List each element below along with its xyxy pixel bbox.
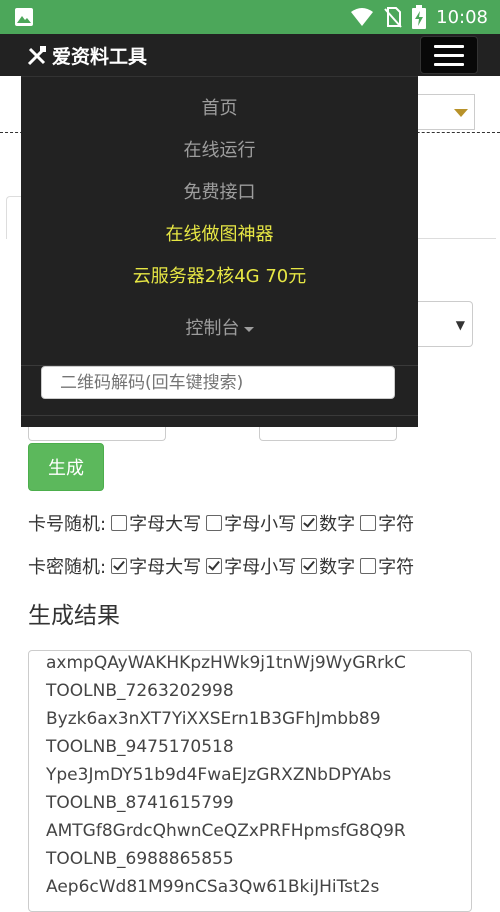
- menu-item-console[interactable]: 控制台: [21, 314, 418, 340]
- checkbox[interactable]: [111, 515, 128, 531]
- tab[interactable]: [6, 196, 22, 239]
- nav-dropdown-menu: 首页 在线运行 免费接口 在线做图神器 云服务器2核4G 70元 控制台: [21, 76, 418, 427]
- status-bar: 10:08: [0, 0, 500, 34]
- checkbox-checked[interactable]: [301, 515, 318, 531]
- tools-icon: [27, 45, 46, 65]
- hamburger-line: [434, 53, 464, 57]
- no-sim-icon: [384, 7, 402, 28]
- option-label: 字母小写: [224, 557, 297, 578]
- option-label: 数字: [319, 557, 356, 578]
- menu-item-online-design[interactable]: 在线做图神器: [21, 220, 418, 246]
- card-password-digits-option[interactable]: 数字: [298, 553, 355, 579]
- caret-down-icon: [454, 109, 468, 117]
- brand-name: 爱资料工具: [52, 46, 148, 68]
- option-label: 数字: [319, 514, 356, 535]
- menu-item-free-api[interactable]: 免费接口: [21, 178, 418, 204]
- card-password-options: 卡密随机: 字母大写 字母小写 数字 字符: [28, 553, 416, 579]
- result-line: TOOLNB_6988865855: [46, 849, 234, 869]
- card-number-lowercase-option[interactable]: 字母小写: [203, 510, 296, 536]
- brand-link[interactable]: 爱资料工具: [26, 42, 147, 69]
- battery-charging-icon: [412, 5, 427, 29]
- menu-item-home[interactable]: 首页: [21, 94, 418, 120]
- result-line: TOOLNB_7263202998: [46, 681, 234, 701]
- type-select[interactable]: ▼: [418, 301, 473, 347]
- wifi-icon: [351, 8, 374, 26]
- category-select[interactable]: [418, 94, 475, 130]
- clock: 10:08: [436, 6, 488, 28]
- card-password-symbols-option[interactable]: 字符: [357, 553, 414, 579]
- result-line: Aep6cWd81M99nCSa3Qw61BkiJHiTst2s: [46, 877, 380, 897]
- card-password-label: 卡密随机:: [28, 557, 107, 578]
- result-line: Ype3JmDY51b9d4FwaEJzGRXZNbDPYAbs: [46, 765, 392, 785]
- checkbox[interactable]: [360, 515, 377, 531]
- result-line: TOOLNB_9475170518: [46, 737, 234, 757]
- result-line: TOOLNB_8741615799: [46, 793, 234, 813]
- caret-down-icon: ▼: [455, 318, 465, 332]
- hamburger-icon: [434, 44, 464, 48]
- card-number-digits-option[interactable]: 数字: [298, 510, 355, 536]
- console-label: 控制台: [185, 318, 240, 339]
- result-textarea[interactable]: axmpQAyWAKHKpzHWk9j1tnWj9WyGRrkC TOOLNB_…: [28, 650, 472, 912]
- result-line: AMTGf8GrdcQhwnCeQZxPRFHpmsfG8Q9R: [46, 821, 406, 841]
- option-label: 字符: [378, 514, 415, 535]
- result-lines: axmpQAyWAKHKpzHWk9j1tnWj9WyGRrkC TOOLNB_…: [46, 651, 406, 901]
- option-label: 字母大写: [129, 557, 202, 578]
- menu-item-cloud-server[interactable]: 云服务器2核4G 70元: [21, 262, 418, 288]
- generate-button[interactable]: 生成: [28, 443, 104, 491]
- option-label: 字母大写: [129, 514, 202, 535]
- result-line: axmpQAyWAKHKpzHWk9j1tnWj9WyGRrkC: [46, 653, 406, 673]
- option-label: 字母小写: [224, 514, 297, 535]
- hamburger-line: [434, 62, 464, 66]
- checkbox-checked[interactable]: [301, 558, 318, 574]
- tab-border: [418, 238, 496, 239]
- card-number-symbols-option[interactable]: 字符: [357, 510, 414, 536]
- card-number-label: 卡号随机:: [28, 514, 107, 535]
- result-title: 生成结果: [28, 603, 120, 629]
- menu-toggle-button[interactable]: [420, 36, 478, 74]
- checkbox[interactable]: [206, 515, 223, 531]
- menu-item-online-run[interactable]: 在线运行: [21, 136, 418, 162]
- menu-divider: [21, 415, 418, 416]
- checkbox-checked[interactable]: [111, 558, 128, 574]
- option-label: 字符: [378, 557, 415, 578]
- card-password-lowercase-option[interactable]: 字母小写: [203, 553, 296, 579]
- checkbox[interactable]: [360, 558, 377, 574]
- system-icons: 10:08: [350, 0, 488, 34]
- image-icon: [15, 8, 33, 26]
- caret-down-icon: [243, 326, 254, 332]
- qr-decode-search-input[interactable]: [41, 366, 395, 399]
- card-number-options: 卡号随机: 字母大写 字母小写 数字 字符: [28, 510, 416, 536]
- navbar: 爱资料工具: [0, 34, 500, 76]
- card-number-uppercase-option[interactable]: 字母大写: [108, 510, 201, 536]
- checkbox-checked[interactable]: [206, 558, 223, 574]
- result-line: Byzk6ax3nXT7YiXXSErn1B3GFhJmbb89: [46, 709, 381, 729]
- card-password-uppercase-option[interactable]: 字母大写: [108, 553, 201, 579]
